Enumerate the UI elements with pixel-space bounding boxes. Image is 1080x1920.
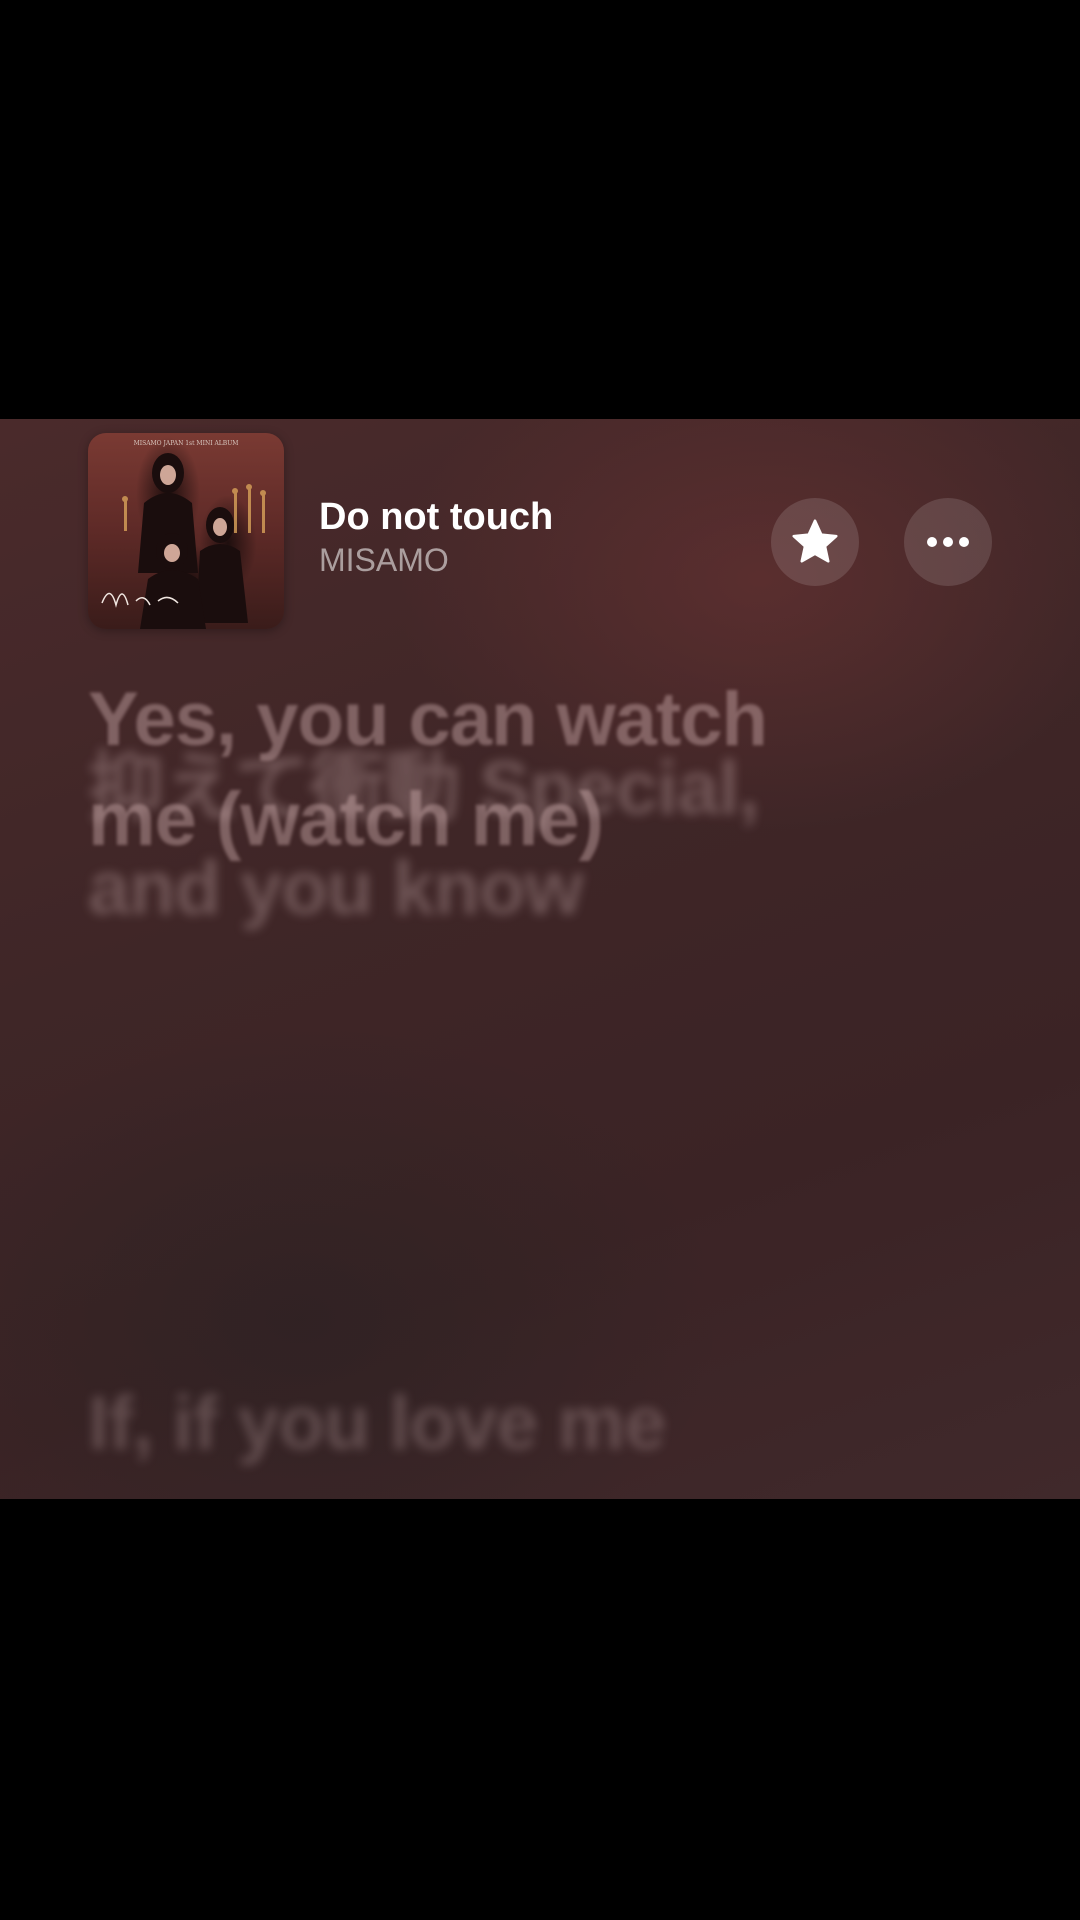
now-playing-header: MISAMO JAPAN 1st MINI ALBUM Do not touch… bbox=[0, 419, 1080, 639]
lyrics-player: MISAMO JAPAN 1st MINI ALBUM Do not touch… bbox=[0, 419, 1080, 1499]
song-artist[interactable]: MISAMO bbox=[319, 542, 449, 579]
lyric-line-next[interactable]: If, if you love me bbox=[88, 1374, 988, 1474]
lyric-line-current[interactable]: Yes, you can watch me (watch me) bbox=[88, 670, 988, 870]
more-options-button[interactable] bbox=[904, 498, 992, 586]
svg-text:MISAMO JAPAN 1st MINI ALBUM: MISAMO JAPAN 1st MINI ALBUM bbox=[134, 440, 239, 447]
album-artwork-image: MISAMO JAPAN 1st MINI ALBUM bbox=[101, 440, 266, 629]
song-title[interactable]: Do not touch bbox=[319, 496, 553, 539]
favorite-button[interactable] bbox=[771, 498, 859, 586]
star-icon bbox=[792, 519, 838, 563]
ellipsis-icon bbox=[927, 537, 969, 547]
album-artwork[interactable]: MISAMO JAPAN 1st MINI ALBUM bbox=[88, 433, 284, 629]
screen: MISAMO JAPAN 1st MINI ALBUM Do not touch… bbox=[0, 0, 1080, 1920]
